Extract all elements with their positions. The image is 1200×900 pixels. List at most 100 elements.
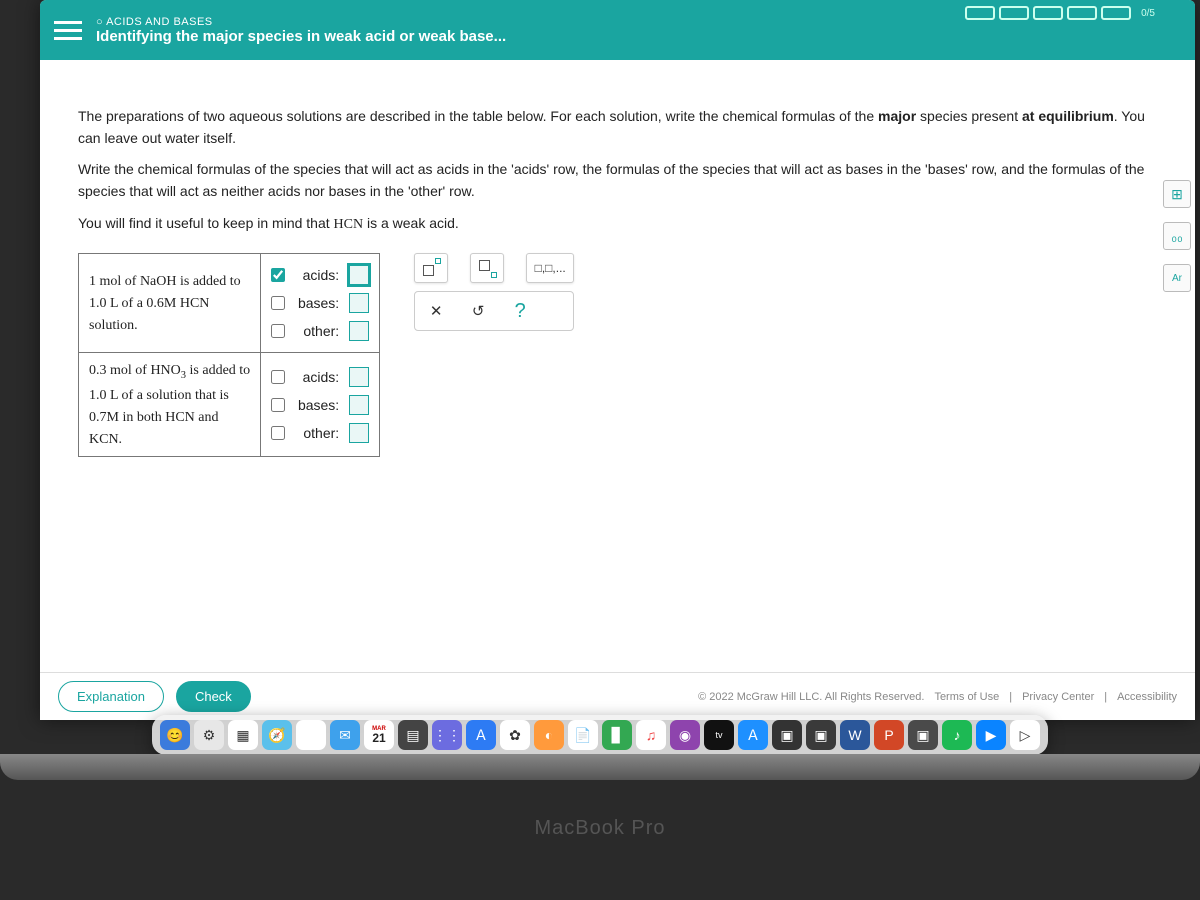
text: The preparations of two aqueous solution… [78, 108, 878, 124]
notes-icon[interactable]: ▤ [398, 720, 428, 750]
text: KCN. [89, 432, 122, 447]
terms-link[interactable]: Terms of Use [934, 691, 999, 703]
finder-icon[interactable]: 😊 [160, 720, 190, 750]
answer-cell: acids: bases: other: [261, 254, 380, 353]
instruction-p2: Write the chemical formulas of the speci… [78, 159, 1167, 202]
tv-icon[interactable]: tv [704, 720, 734, 750]
right-toolbar: ⊞ ₀₀ Ar [1163, 180, 1191, 292]
answer-cell: acids: bases: other: [261, 353, 380, 457]
progress-box [999, 6, 1029, 20]
explanation-button[interactable]: Explanation [58, 681, 164, 712]
other-input[interactable] [349, 423, 369, 443]
app-icon[interactable]: ▷ [1010, 720, 1040, 750]
bases-input[interactable] [349, 395, 369, 415]
solution-description: 0.3 mol of HNO3 is added to 1.0 L of a s… [79, 353, 261, 457]
text: solution. [89, 318, 138, 333]
text: You will find it useful to keep in mind … [78, 215, 334, 231]
acids-row: acids: [271, 262, 369, 288]
calendar-icon[interactable]: MAR 21 [364, 720, 394, 750]
bases-checkbox[interactable] [271, 296, 285, 310]
instruction-p3: You will find it useful to keep in mind … [78, 213, 1167, 236]
progress-box [1033, 6, 1063, 20]
calculator-icon[interactable]: ⊞ [1163, 180, 1191, 208]
macos-dock: 😊 ⚙ ▦ 🧭 ◉ ✉ MAR 21 ▤ ⋮⋮ Ａ ✿ ◐ 📄 ▊ ♫ ◉ tv… [152, 715, 1048, 755]
table-row: 0.3 mol of HNO3 is added to 1.0 L of a s… [79, 353, 380, 457]
text-bold: at equilibrium [1022, 108, 1114, 124]
clear-button[interactable]: ✕ [421, 296, 451, 326]
list-button[interactable]: □,□,... [526, 253, 574, 283]
text: 1.0 L of a 0.6M HCN [89, 296, 209, 311]
bases-input[interactable] [349, 293, 369, 313]
powerpoint-icon[interactable]: P [874, 720, 904, 750]
help-button[interactable]: ? [505, 296, 535, 326]
topbar: ACIDS AND BASES Identifying the major sp… [40, 0, 1195, 60]
mail-icon[interactable]: ✉ [330, 720, 360, 750]
formula-toolbox: □,□,... ✕ ↺ ? [414, 253, 574, 331]
instruction-p1: The preparations of two aqueous solution… [78, 106, 1167, 149]
footer-buttons: Explanation Check [58, 681, 251, 712]
app-icon[interactable]: ▣ [908, 720, 938, 750]
acids-label: acids: [295, 369, 339, 385]
progress-box [965, 6, 995, 20]
word-icon[interactable]: W [840, 720, 870, 750]
laptop-edge [0, 754, 1200, 780]
menu-icon[interactable] [54, 16, 82, 44]
music-icon[interactable]: ♫ [636, 720, 666, 750]
appstore-icon[interactable]: Ａ [466, 720, 496, 750]
podcast-icon[interactable]: ◉ [670, 720, 700, 750]
periodic-table-icon[interactable]: Ar [1163, 264, 1191, 292]
progress-score: 0/5 [1141, 8, 1155, 19]
tool-row-format: □,□,... [414, 253, 574, 283]
browser-icon[interactable]: ◐ [534, 720, 564, 750]
tool-row-actions: ✕ ↺ ? [414, 291, 574, 331]
work-area: 1 mol of NaOH is added to 1.0 L of a 0.6… [78, 253, 1167, 457]
other-checkbox[interactable] [271, 324, 285, 338]
text: 0.7M in both HCN and [89, 410, 219, 425]
progress-box [1067, 6, 1097, 20]
bases-checkbox[interactable] [271, 398, 285, 412]
safari-icon[interactable]: 🧭 [262, 720, 292, 750]
acids-checkbox[interactable] [271, 268, 285, 282]
acids-input[interactable] [349, 367, 369, 387]
graph-icon[interactable]: ₀₀ [1163, 222, 1191, 250]
spotify-icon[interactable]: ♪ [942, 720, 972, 750]
numbers-icon[interactable]: ▊ [602, 720, 632, 750]
store-icon[interactable]: Ａ [738, 720, 768, 750]
subscript-button[interactable] [470, 253, 504, 283]
privacy-link[interactable]: Privacy Center [1022, 691, 1094, 703]
pages-icon[interactable]: 📄 [568, 720, 598, 750]
reset-button[interactable]: ↺ [463, 296, 493, 326]
launchpad-icon[interactable]: ▦ [228, 720, 258, 750]
terminal-icon[interactable]: ▣ [772, 720, 802, 750]
copyright: © 2022 McGraw Hill LLC. All Rights Reser… [698, 691, 924, 703]
facetime-icon[interactable]: ▶ [976, 720, 1006, 750]
bases-row: bases: [271, 392, 369, 418]
topic-title: Identifying the major species in weak ac… [96, 28, 506, 45]
device-label: MacBook Pro [534, 817, 665, 840]
check-button[interactable]: Check [176, 681, 251, 712]
solutions-table: 1 mol of NaOH is added to 1.0 L of a 0.6… [78, 253, 380, 457]
acids-checkbox[interactable] [271, 370, 285, 384]
accessibility-link[interactable]: Accessibility [1117, 691, 1177, 703]
text: 1 mol of NaOH is added to [89, 274, 241, 289]
other-label: other: [295, 425, 339, 441]
text: 1.0 L of a solution that is [89, 388, 229, 403]
footer-legal: © 2022 McGraw Hill LLC. All Rights Reser… [698, 691, 1177, 703]
bases-label: bases: [295, 295, 339, 311]
settings-icon[interactable]: ⚙ [194, 720, 224, 750]
app-icon[interactable]: ▣ [806, 720, 836, 750]
other-row: other: [271, 420, 369, 446]
apps-icon[interactable]: ⋮⋮ [432, 720, 462, 750]
acids-input[interactable] [349, 265, 369, 285]
other-checkbox[interactable] [271, 426, 285, 440]
chrome-icon[interactable]: ◉ [296, 720, 326, 750]
bases-row: bases: [271, 290, 369, 316]
sep: | [1104, 691, 1107, 703]
other-input[interactable] [349, 321, 369, 341]
text-bold: major [878, 108, 916, 124]
footer-bar: Explanation Check © 2022 McGraw Hill LLC… [40, 672, 1195, 720]
photos-icon[interactable]: ✿ [500, 720, 530, 750]
content-area: The preparations of two aqueous solution… [40, 60, 1195, 672]
superscript-button[interactable] [414, 253, 448, 283]
acids-row: acids: [271, 364, 369, 390]
